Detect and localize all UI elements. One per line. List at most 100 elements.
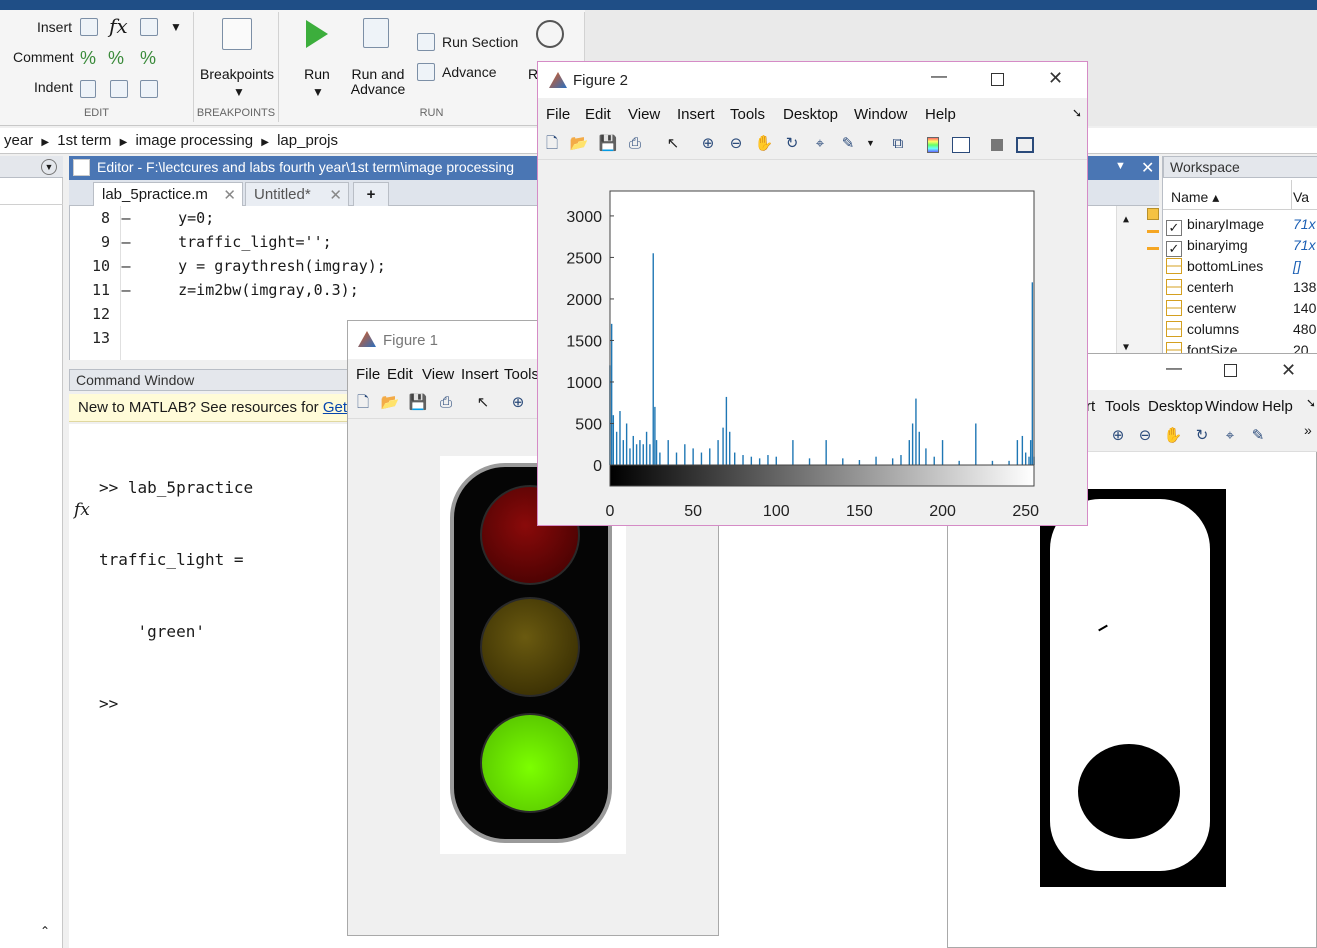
wrap-comments-icon[interactable]: % [140, 48, 156, 69]
column-header-name[interactable]: Name ▴ [1171, 189, 1219, 206]
indent-label[interactable]: Indent [34, 79, 73, 95]
legend-icon[interactable] [952, 137, 970, 153]
print-icon[interactable]: ⎙ [625, 134, 645, 154]
run-icon[interactable] [306, 20, 328, 48]
code-line[interactable]: 9— traffic_light=''; [70, 230, 386, 254]
rotate-icon[interactable]: ↻ [782, 134, 802, 154]
editor-scrollbar[interactable]: ▲ ▼ [1116, 206, 1160, 360]
breadcrumb-item[interactable]: lap_projs [277, 132, 338, 149]
pan-icon[interactable]: ✋ [754, 134, 774, 154]
minimize-icon[interactable]: — [1166, 360, 1182, 378]
menu-view[interactable]: View [628, 106, 660, 123]
run-and-advance-icon[interactable] [363, 18, 389, 48]
close-icon[interactable]: ✕ [1281, 360, 1296, 381]
uncomment-icon[interactable]: % [108, 48, 124, 69]
toolbar-overflow-icon[interactable]: » [1304, 422, 1312, 438]
panel-menu-icon[interactable]: ▼ [1115, 160, 1126, 172]
comment-label[interactable]: Comment [13, 49, 74, 65]
show-plot-tools-icon[interactable] [1016, 137, 1034, 153]
warning-marker[interactable] [1147, 230, 1159, 233]
increase-indent-icon[interactable] [110, 80, 128, 98]
breakpoints-button[interactable]: Breakpoints [196, 67, 278, 82]
breakpoints-icon[interactable] [222, 18, 252, 50]
close-icon[interactable]: ✕ [1048, 68, 1063, 89]
decrease-indent-icon[interactable] [140, 80, 158, 98]
tab-untitled[interactable]: Untitled* ✕ [245, 182, 349, 206]
breakpoint-marker[interactable]: — [110, 278, 142, 302]
column-header-value[interactable]: Va [1293, 189, 1309, 205]
menu-window[interactable]: Window [854, 106, 907, 123]
save-icon[interactable]: 💾 [598, 134, 618, 154]
maximize-icon[interactable] [991, 73, 1004, 86]
panel-menu-icon[interactable]: ▼ [41, 159, 57, 175]
workspace-row[interactable]: ✓ binaryImage 71x [1163, 214, 1317, 236]
brush-dropdown-icon[interactable]: ▼ [866, 138, 875, 148]
menu-file[interactable]: File [356, 366, 380, 383]
menu-edit[interactable]: Edit [585, 106, 611, 123]
workspace-row[interactable]: columns 480 [1163, 319, 1317, 340]
advance-icon[interactable] [417, 63, 435, 81]
save-icon[interactable]: 💾 [408, 393, 428, 413]
brush-icon[interactable]: ✎ [1248, 426, 1268, 446]
menu-window[interactable]: Window [1205, 398, 1258, 415]
code-line[interactable]: 12 [70, 302, 386, 326]
brush-icon[interactable]: ✎ [838, 134, 858, 154]
menu-file[interactable]: File [546, 106, 570, 123]
workspace-row[interactable]: centerh 138 [1163, 277, 1317, 298]
menu-tools[interactable]: Tools [1105, 398, 1140, 415]
workspace-row[interactable]: ✓ binaryimg 71x [1163, 235, 1317, 257]
breakpoint-marker[interactable]: — [110, 206, 142, 230]
code-line[interactable]: 11— z=im2bw(imgray,0.3); [70, 278, 386, 302]
data-cursor-icon[interactable]: ⌖ [1220, 426, 1240, 446]
link-plot-icon[interactable]: ⧉ [888, 134, 908, 154]
zoom-out-icon[interactable]: ⊖ [726, 134, 746, 154]
maximize-icon[interactable] [1224, 364, 1237, 377]
zoom-in-icon[interactable]: ⊕ [698, 134, 718, 154]
analyzer-indicator-icon[interactable] [1147, 208, 1159, 220]
close-tab-icon[interactable]: ✕ [223, 186, 236, 204]
workspace-row[interactable]: centerw 140 [1163, 298, 1317, 319]
function-browser-icon[interactable]: fx [74, 500, 90, 520]
menu-insert[interactable]: Insert [461, 366, 499, 383]
insert-label[interactable]: Insert [37, 19, 72, 35]
open-file-icon[interactable]: 📂 [380, 393, 400, 413]
edit-plot-icon[interactable]: ↖ [663, 134, 683, 154]
breadcrumb-item[interactable]: year [4, 132, 33, 149]
minimize-icon[interactable]: — [931, 68, 947, 86]
open-file-icon[interactable]: 📂 [569, 134, 589, 154]
run-section-icon[interactable] [417, 33, 435, 51]
tab-lab-5practice[interactable]: lab_5practice.m ✕ [93, 182, 243, 206]
advance-button[interactable]: Advance [442, 64, 496, 80]
menu-tools[interactable]: Tools [730, 106, 765, 123]
new-figure-icon[interactable]: 🗋 [353, 393, 373, 413]
insert-function-icon[interactable]: fx [109, 14, 128, 38]
chevron-up-icon[interactable]: ⌃ [40, 924, 50, 938]
edit-plot-icon[interactable]: ↖ [473, 393, 493, 413]
data-cursor-icon[interactable]: ⌖ [810, 134, 830, 154]
zoom-out-icon[interactable]: ⊖ [1135, 426, 1155, 446]
smart-indent-icon[interactable] [80, 80, 96, 98]
menu-view[interactable]: View [422, 366, 454, 383]
rotate-icon[interactable]: ↻ [1192, 426, 1212, 446]
menu-insert[interactable]: Insert [677, 106, 715, 123]
insert-dropdown-icon[interactable]: ▼ [170, 20, 182, 34]
hide-plot-tools-icon[interactable] [991, 139, 1003, 151]
dock-arrow-icon[interactable]: ➘ [1072, 106, 1082, 120]
breakpoints-dropdown-icon[interactable]: ▼ [233, 85, 245, 99]
menu-desktop[interactable]: Desktop [783, 106, 838, 123]
menu-desktop[interactable]: Desktop [1148, 398, 1203, 415]
menu-edit[interactable]: Edit [387, 366, 413, 383]
colorbar-icon[interactable] [927, 137, 939, 153]
breakpoint-marker[interactable]: — [110, 230, 142, 254]
menu-help[interactable]: Help [925, 106, 956, 123]
scroll-down-icon[interactable]: ▼ [1123, 342, 1129, 353]
run-and-time-icon[interactable] [536, 20, 564, 48]
zoom-in-icon[interactable]: ⊕ [1108, 426, 1128, 446]
close-icon[interactable]: ✕ [1141, 158, 1154, 178]
menu-tools[interactable]: Tools [504, 366, 539, 383]
dock-arrow-icon[interactable]: ➘ [1306, 396, 1316, 410]
scroll-up-icon[interactable]: ▲ [1123, 214, 1129, 225]
new-tab-button[interactable]: + [353, 182, 389, 206]
insert-section-icon[interactable] [80, 18, 98, 36]
close-tab-icon[interactable]: ✕ [329, 186, 342, 204]
